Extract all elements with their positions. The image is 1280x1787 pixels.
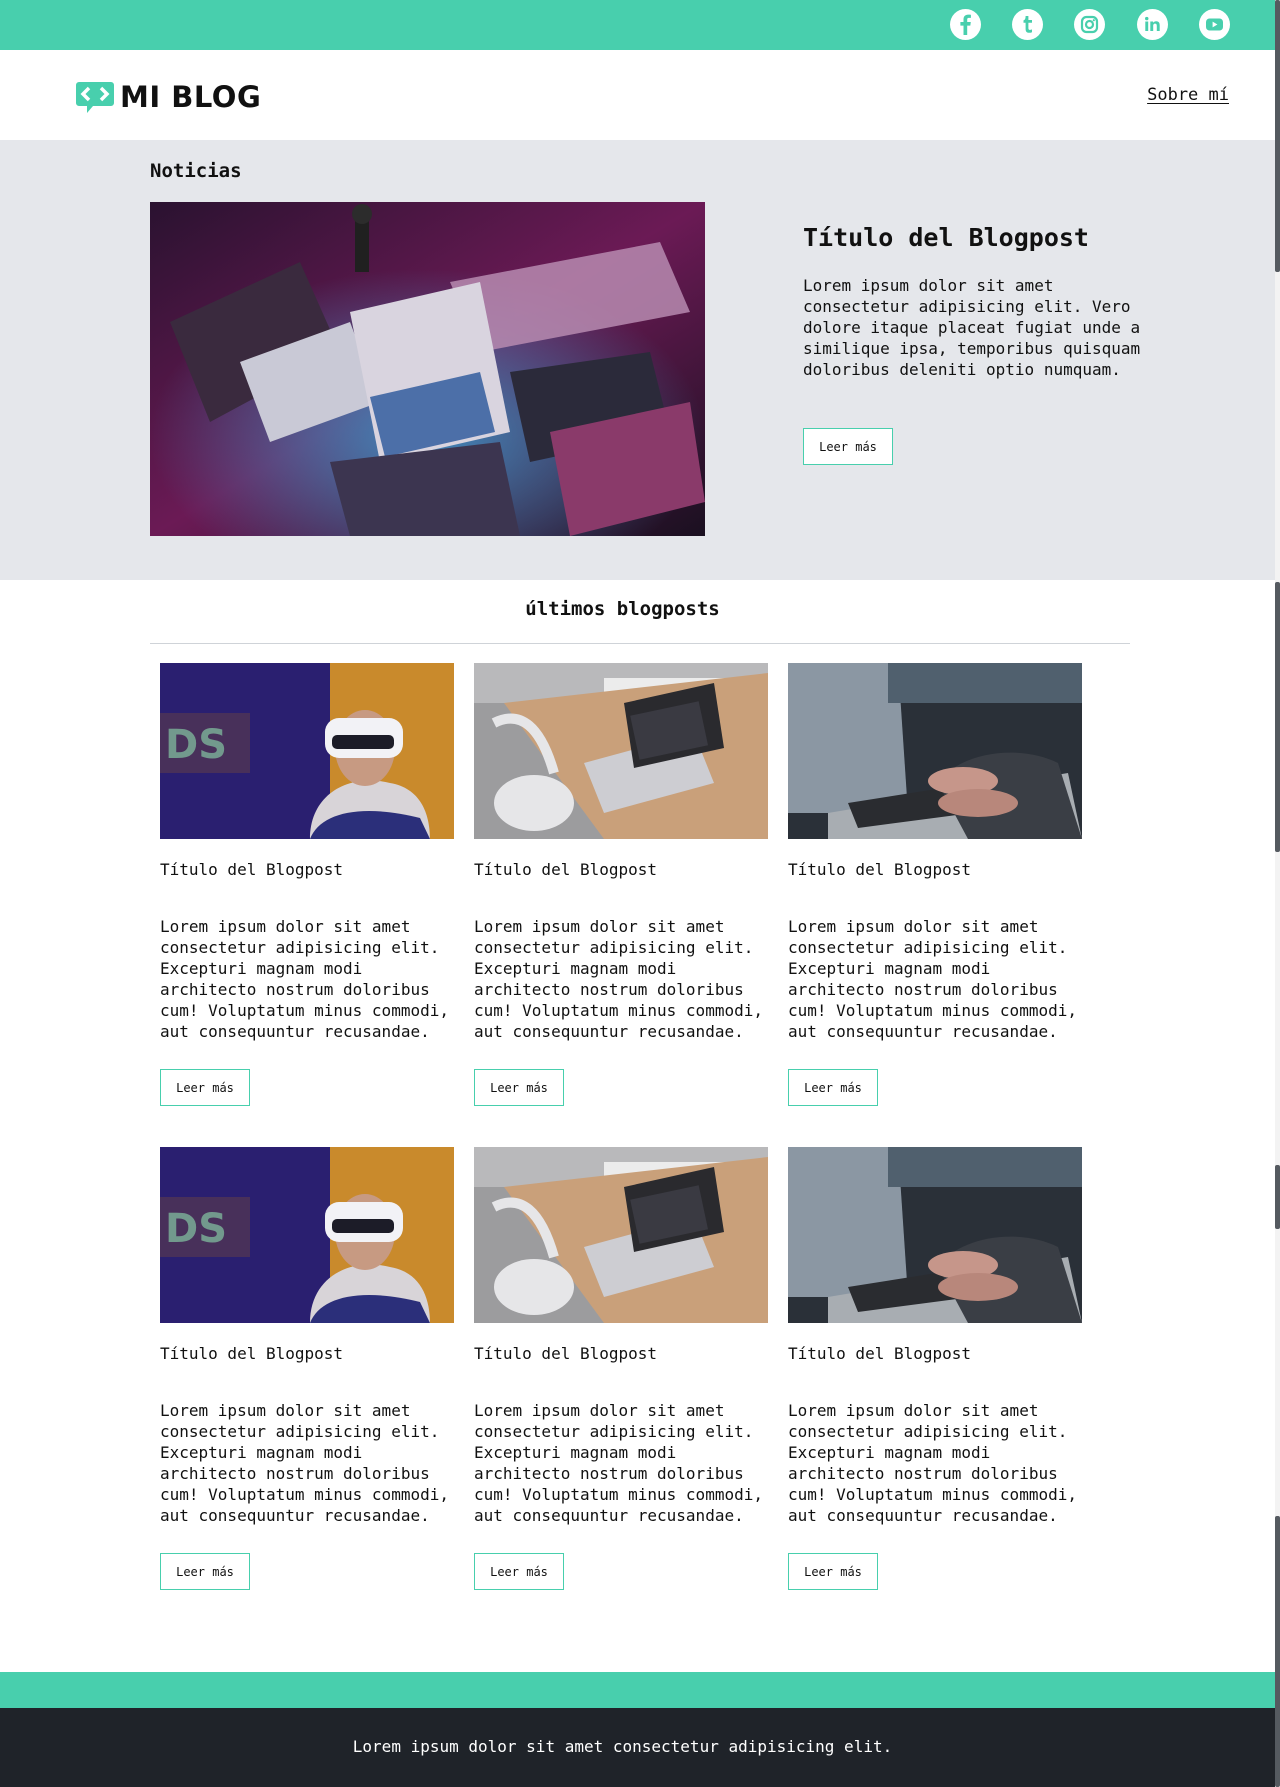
featured-post-image[interactable] — [150, 202, 705, 536]
post-image-vr[interactable]: DS — [160, 663, 454, 839]
featured-section: Noticias Título del Blogpost Lorem ipsum… — [0, 140, 1280, 580]
code-chat-icon — [76, 82, 114, 113]
site-footer: Lorem ipsum dolor sit amet consectetur a… — [0, 1708, 1280, 1787]
post-excerpt: Lorem ipsum dolor sit amet consectetur a… — [788, 1401, 1077, 1525]
read-more-button[interactable]: Leer más — [474, 1069, 564, 1106]
post-title[interactable]: Título del Blogpost — [788, 1344, 971, 1363]
post-title[interactable]: Título del Blogpost — [474, 1344, 657, 1363]
scrollbar-thumb[interactable] — [1275, 0, 1280, 272]
featured-post-excerpt: Lorem ipsum dolor sit amet consectetur a… — [803, 276, 1141, 379]
post-title[interactable]: Título del Blogpost — [788, 860, 971, 879]
featured-post-title[interactable]: Título del Blogpost — [803, 223, 1089, 252]
site-name: MI BLOG — [120, 79, 262, 114]
post-image-vr[interactable]: DS — [160, 1147, 454, 1323]
read-more-button[interactable]: Leer más — [474, 1553, 564, 1590]
latest-posts-heading: últimos blogposts — [525, 598, 720, 620]
page-scrollbar[interactable] — [1275, 0, 1280, 1787]
linkedin-icon[interactable] — [1137, 9, 1168, 40]
svg-text:DS: DS — [165, 722, 227, 768]
post-excerpt: Lorem ipsum dolor sit amet consectetur a… — [160, 1401, 449, 1525]
post-excerpt: Lorem ipsum dolor sit amet consectetur a… — [160, 917, 449, 1041]
post-excerpt: Lorem ipsum dolor sit amet consectetur a… — [788, 917, 1077, 1041]
footer-accent-band — [0, 1672, 1280, 1708]
facebook-icon[interactable] — [950, 9, 981, 40]
post-image-desk[interactable] — [474, 663, 768, 839]
read-more-button[interactable]: Leer más — [788, 1553, 878, 1590]
scrollbar-thumb[interactable] — [1275, 1165, 1280, 1229]
read-more-button[interactable]: Leer más — [788, 1069, 878, 1106]
social-bar — [0, 0, 1280, 50]
post-excerpt: Lorem ipsum dolor sit amet consectetur a… — [474, 1401, 763, 1525]
footer-text: Lorem ipsum dolor sit amet consectetur a… — [352, 1737, 893, 1756]
post-title[interactable]: Título del Blogpost — [474, 860, 657, 879]
read-more-button[interactable]: Leer más — [160, 1553, 250, 1590]
post-title[interactable]: Título del Blogpost — [160, 1344, 343, 1363]
section-heading: Noticias — [150, 160, 242, 182]
nav-link-about[interactable]: Sobre mí — [1147, 85, 1229, 105]
tumblr-icon[interactable] — [1012, 9, 1043, 40]
svg-text:DS: DS — [165, 1206, 227, 1252]
post-excerpt: Lorem ipsum dolor sit amet consectetur a… — [474, 917, 763, 1041]
post-image-typing[interactable] — [788, 663, 1082, 839]
scrollbar-thumb[interactable] — [1275, 582, 1280, 852]
post-image-desk[interactable] — [474, 1147, 768, 1323]
site-header: MI BLOG Sobre mí — [0, 50, 1280, 140]
post-image-typing[interactable] — [788, 1147, 1082, 1323]
scrollbar-thumb[interactable] — [1275, 1516, 1280, 1787]
read-more-button[interactable]: Leer más — [160, 1069, 250, 1106]
post-title[interactable]: Título del Blogpost — [160, 860, 343, 879]
section-divider — [150, 643, 1130, 644]
read-more-button[interactable]: Leer más — [803, 428, 893, 465]
youtube-icon[interactable] — [1199, 9, 1230, 40]
logo[interactable]: MI BLOG — [75, 80, 261, 114]
instagram-icon[interactable] — [1074, 9, 1105, 40]
